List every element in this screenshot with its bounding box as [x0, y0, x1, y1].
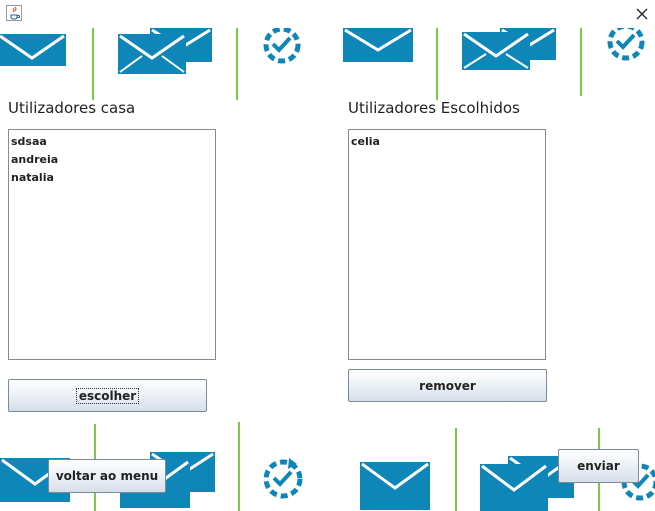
list-item[interactable]: andreia: [9, 151, 215, 169]
choose-button[interactable]: escolher: [8, 379, 207, 412]
decorative-banner-top: [0, 28, 645, 100]
remove-button[interactable]: remover: [348, 369, 547, 402]
refresh-check-icon: [263, 28, 301, 64]
choose-button-label: escolher: [75, 387, 140, 404]
envelope-stack-icon: [118, 28, 212, 74]
chosen-users-list[interactable]: celia: [348, 129, 546, 360]
envelope-icon: [360, 462, 430, 510]
refresh-check-icon: [263, 458, 303, 499]
divider-line: [455, 428, 457, 511]
list-item[interactable]: sdsaa: [9, 133, 215, 151]
list-item[interactable]: celia: [349, 133, 545, 151]
title-bar: [0, 0, 655, 28]
envelope-icon: [343, 28, 413, 62]
available-users-list[interactable]: sdsaa andreia natalia: [8, 129, 216, 360]
envelope-icon: [0, 34, 66, 66]
envelope-stack-icon: [462, 28, 556, 70]
refresh-check-icon: [607, 28, 645, 61]
divider-line: [436, 28, 438, 100]
chosen-users-label: Utilizadores Escolhidos: [348, 99, 520, 117]
list-item[interactable]: natalia: [9, 169, 215, 187]
back-to-menu-button[interactable]: voltar ao menu: [48, 459, 166, 493]
back-to-menu-button-label: voltar ao menu: [55, 469, 159, 483]
divider-line: [238, 422, 240, 511]
divider-line: [580, 28, 582, 96]
send-button-label: enviar: [577, 459, 620, 473]
send-button[interactable]: enviar: [558, 449, 639, 483]
remove-button-label: remover: [419, 378, 476, 393]
available-users-label: Utilizadores casa: [8, 99, 136, 117]
close-icon[interactable]: [632, 4, 652, 24]
java-icon: [6, 5, 22, 21]
divider-line: [92, 28, 94, 100]
divider-line: [236, 28, 238, 100]
